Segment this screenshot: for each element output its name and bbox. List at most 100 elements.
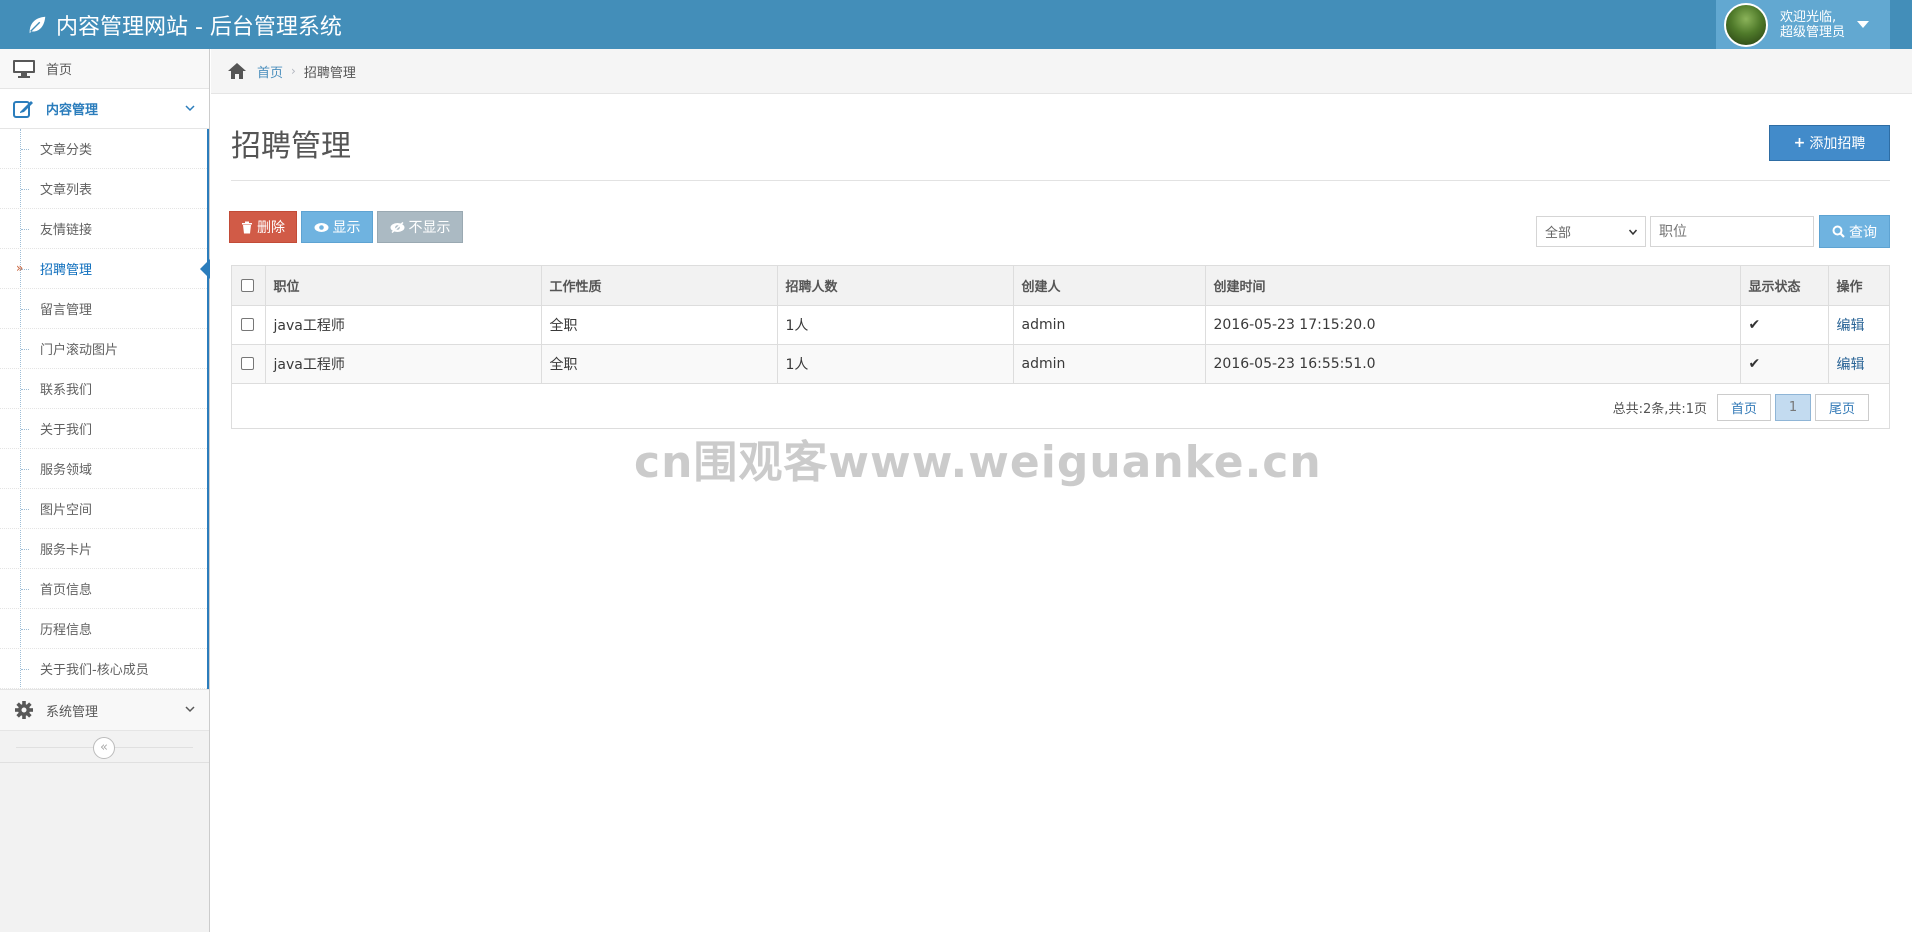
sidebar-item-article-category[interactable]: 文章分类 [0,129,207,169]
column-header[interactable]: 显示状态 [1740,266,1829,306]
eye-slash-icon [390,221,404,233]
column-header[interactable]: 工作性质 [541,266,778,306]
breadcrumb-home-link[interactable]: 首页 [257,62,283,81]
sidebar-item-article-list[interactable]: 文章列表 [0,169,207,209]
sidebar-item-banner-images[interactable]: 门户滚动图片 [0,329,207,369]
sidebar-item-friend-links[interactable]: 友情链接 [0,209,207,249]
double-angle-right-icon: » [16,261,24,275]
sidebar-item-about[interactable]: 关于我们 [0,409,207,449]
sidebar-item-core-members[interactable]: 关于我们-核心成员 [0,649,207,689]
action-cell: 编辑 [1828,305,1889,345]
breadcrumb: 首页 › 招聘管理 [211,49,1912,94]
show-button[interactable]: 显示 [301,211,373,243]
column-header[interactable]: 创建时间 [1205,266,1741,306]
sidebar-item-label: 文章分类 [40,143,93,158]
chevron-down-icon [185,105,195,112]
status-cell: ✔ [1740,305,1829,345]
breadcrumb-current: 招聘管理 [303,65,356,81]
top-navbar: 内容管理网站 - 后台管理系统 欢迎光临, 超级管理员 [0,0,1912,49]
content-submenu: 文章分类 文章列表 友情链接 » 招聘管理 留言管理 门户滚动图片 联系我们 关… [0,129,210,689]
pagination: 总共:2条,共:1页 首页 1 尾页 [1613,394,1869,421]
query-label: 查询 [1849,224,1877,241]
welcome-text: 欢迎光临, [1780,9,1837,25]
row-checkbox[interactable] [241,318,254,331]
sidebar-item-label: 图片空间 [40,503,93,518]
sidebar-item-label: 门户滚动图片 [40,343,119,358]
sidebar-item-system[interactable]: 系统管理 [0,689,209,731]
brand[interactable]: 内容管理网站 - 后台管理系统 [26,0,342,49]
delete-label: 删除 [257,220,285,236]
edit-link[interactable]: 编辑 [1837,357,1865,373]
home-icon [228,63,246,79]
recruitment-table: 职位 工作性质 招聘人数 创建人 创建时间 显示状态 操作 java工程师 全职… [231,265,1890,429]
edit-link[interactable]: 编辑 [1837,318,1865,334]
watermark: cn围观客www.weiguanke.cn [634,437,1322,488]
headcount-cell: 1人 [777,305,1014,345]
sidebar-item-home-info[interactable]: 首页信息 [0,569,207,609]
job-type-cell: 全职 [541,305,778,345]
add-button-label: 添加招聘 [1809,136,1866,152]
sidebar-item-content[interactable]: 内容管理 [0,89,209,129]
desktop-icon [13,59,35,78]
query-button[interactable]: 查询 [1819,215,1890,248]
column-header[interactable]: 创建人 [1013,266,1206,306]
last-page-button[interactable]: 尾页 [1815,394,1869,421]
caret-down-icon [1857,21,1870,28]
trash-icon [242,221,252,233]
created-time-cell: 2016-05-23 17:15:20.0 [1205,305,1741,345]
sidebar-item-label: 文章列表 [40,183,93,198]
sidebar-item-service-areas[interactable]: 服务领域 [0,449,207,489]
current-page-button[interactable]: 1 [1775,394,1811,421]
user-role: 超级管理员 [1780,24,1846,40]
check-icon: ✔ [1748,316,1761,333]
plus-icon: + [1793,135,1806,151]
gear-icon [15,701,33,719]
sidebar-item-label: 内容管理 [46,103,99,118]
show-label: 显示 [332,220,361,236]
delete-button[interactable]: 删除 [229,211,297,243]
sidebar-item-service-cards[interactable]: 服务卡片 [0,529,207,569]
first-page-button[interactable]: 首页 [1717,394,1771,421]
chevron-down-icon [185,706,195,713]
status-cell: ✔ [1740,344,1829,384]
column-header[interactable]: 招聘人数 [777,266,1014,306]
eye-icon [314,222,328,232]
row-checkbox[interactable] [241,357,254,370]
sidebar-item-label: 关于我们-核心成员 [40,663,149,678]
sidebar: 首页 内容管理 文章分类 文章列表 友情链接 » 招聘管理 留言管理 门户滚动图… [0,49,210,932]
user-menu[interactable]: 欢迎光临, 超级管理员 [1716,0,1890,49]
sidebar-item-history[interactable]: 历程信息 [0,609,207,649]
position-cell: java工程师 [265,305,542,345]
chevron-down-icon [1629,229,1637,236]
collapse-sidebar-button[interactable]: « [93,737,115,759]
filter-selected-value: 全部 [1545,226,1572,241]
creator-cell: admin [1013,344,1206,384]
sidebar-item-label: 系统管理 [46,704,99,720]
sidebar-item-recruitment[interactable]: » 招聘管理 [0,249,210,289]
position-search-input[interactable] [1650,216,1814,247]
sidebar-item-messages[interactable]: 留言管理 [0,289,207,329]
select-all-cell [232,266,266,306]
add-recruitment-button[interactable]: + 添加招聘 [1769,125,1890,161]
column-header[interactable]: 职位 [265,266,542,306]
leaf-icon [29,16,46,33]
breadcrumb-separator-icon: › [291,64,296,78]
row-select-cell [232,344,266,384]
sidebar-item-image-space[interactable]: 图片空间 [0,489,207,529]
table-header-row: 职位 工作性质 招聘人数 创建人 创建时间 显示状态 操作 [232,266,1889,306]
check-icon: ✔ [1748,355,1761,372]
sidebar-item-label: 首页 [46,63,73,78]
hide-button[interactable]: 不显示 [377,211,463,243]
row-select-cell [232,305,266,345]
sidebar-item-label: 友情链接 [40,223,93,238]
position-cell: java工程师 [265,344,542,384]
sidebar-item-home[interactable]: 首页 [0,49,209,89]
sidebar-item-contact[interactable]: 联系我们 [0,369,207,409]
sidebar-item-label: 联系我们 [40,383,93,398]
table-row: java工程师 全职 1人 admin 2016-05-23 17:15:20.… [232,305,1889,345]
sidebar-collapse-bar: « [0,731,209,763]
status-filter-select[interactable]: 全部 [1536,216,1646,247]
select-all-checkbox[interactable] [241,278,254,292]
app-title: 内容管理网站 - 后台管理系统 [56,14,342,40]
column-header: 操作 [1828,266,1889,306]
